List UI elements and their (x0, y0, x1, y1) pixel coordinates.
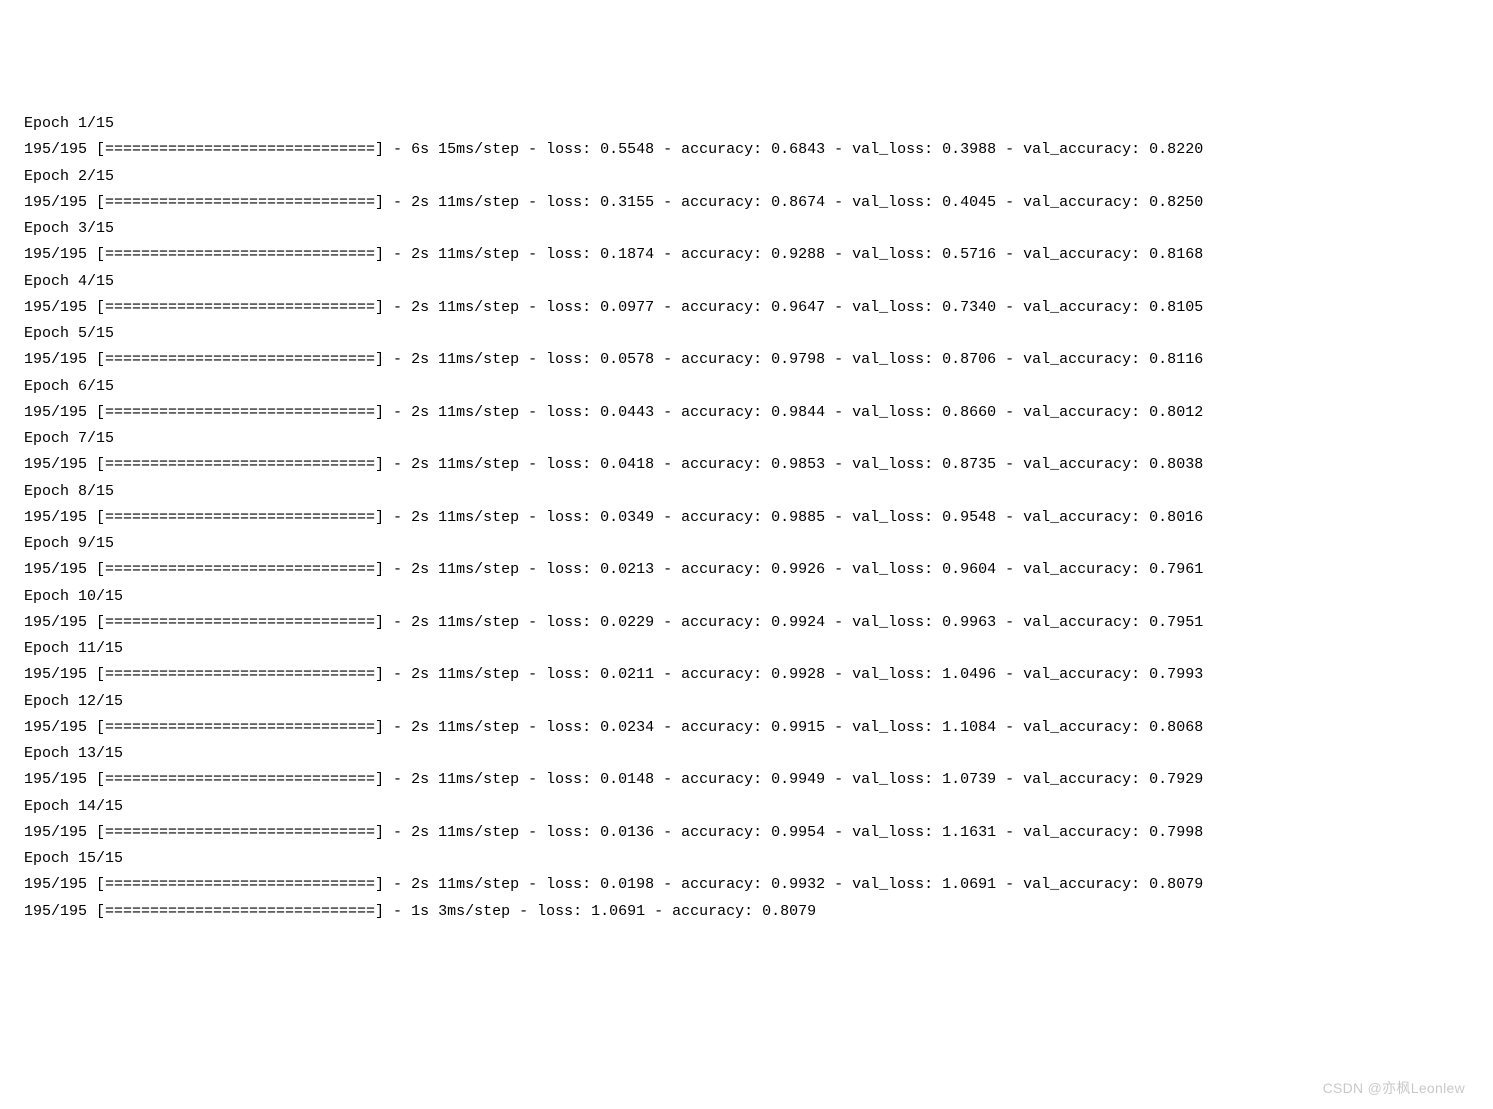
log-line: 195/195 [==============================]… (24, 715, 1493, 741)
log-line: Epoch 11/15 (24, 636, 1493, 662)
log-line: 195/195 [==============================]… (24, 347, 1493, 373)
log-line: 195/195 [==============================]… (24, 400, 1493, 426)
log-line: Epoch 12/15 (24, 689, 1493, 715)
log-line: 195/195 [==============================]… (24, 899, 1493, 925)
training-log-output: Epoch 1/15195/195 [=====================… (24, 111, 1493, 925)
log-line: Epoch 3/15 (24, 216, 1493, 242)
log-line: Epoch 8/15 (24, 479, 1493, 505)
log-line: 195/195 [==============================]… (24, 872, 1493, 898)
log-line: 195/195 [==============================]… (24, 767, 1493, 793)
log-line: Epoch 9/15 (24, 531, 1493, 557)
log-line: Epoch 10/15 (24, 584, 1493, 610)
log-line: 195/195 [==============================]… (24, 505, 1493, 531)
log-line: 195/195 [==============================]… (24, 610, 1493, 636)
log-line: 195/195 [==============================]… (24, 662, 1493, 688)
log-line: Epoch 2/15 (24, 164, 1493, 190)
log-line: 195/195 [==============================]… (24, 190, 1493, 216)
log-line: 195/195 [==============================]… (24, 137, 1493, 163)
log-line: Epoch 5/15 (24, 321, 1493, 347)
log-line: Epoch 7/15 (24, 426, 1493, 452)
log-line: 195/195 [==============================]… (24, 820, 1493, 846)
log-line: Epoch 6/15 (24, 374, 1493, 400)
log-line: 195/195 [==============================]… (24, 557, 1493, 583)
log-line: Epoch 15/15 (24, 846, 1493, 872)
log-line: 195/195 [==============================]… (24, 242, 1493, 268)
log-line: Epoch 14/15 (24, 794, 1493, 820)
log-line: 195/195 [==============================]… (24, 452, 1493, 478)
log-line: Epoch 1/15 (24, 111, 1493, 137)
log-line: Epoch 13/15 (24, 741, 1493, 767)
watermark-text: CSDN @亦枫Leonlew (1323, 1076, 1465, 1101)
log-line: Epoch 4/15 (24, 269, 1493, 295)
log-line: 195/195 [==============================]… (24, 295, 1493, 321)
